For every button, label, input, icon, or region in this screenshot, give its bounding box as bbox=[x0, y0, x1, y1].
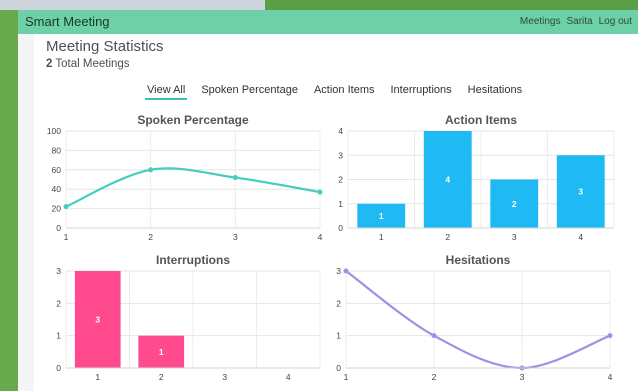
y-tick-label: 4 bbox=[338, 126, 343, 136]
y-tick-label: 0 bbox=[336, 363, 341, 373]
background-strip bbox=[265, 0, 638, 10]
y-tick-label: 3 bbox=[56, 266, 61, 276]
x-tick-label: 3 bbox=[520, 372, 525, 382]
y-tick-label: 0 bbox=[56, 223, 61, 233]
x-tick-label: 3 bbox=[222, 372, 227, 382]
series-line bbox=[65, 167, 321, 208]
navbar: Smart Meeting Meetings Sarita Log out bbox=[18, 10, 638, 34]
nav-user-link[interactable]: Sarita bbox=[567, 16, 593, 27]
data-point bbox=[431, 333, 437, 339]
bar-value-label: 1 bbox=[159, 347, 164, 357]
brand-link[interactable]: Smart Meeting bbox=[25, 14, 110, 29]
y-tick-label: 1 bbox=[56, 331, 61, 341]
tab-spoken-percentage[interactable]: Spoken Percentage bbox=[199, 84, 300, 100]
bar-value-label: 1 bbox=[379, 211, 384, 221]
chart-title: Spoken Percentage bbox=[137, 113, 249, 127]
tab-view-all[interactable]: View All bbox=[145, 84, 188, 100]
bar-value-label: 2 bbox=[512, 199, 517, 209]
meeting-count-label: Total Meetings bbox=[55, 58, 130, 70]
nav-links: Meetings Sarita Log out bbox=[520, 16, 632, 27]
tab-hesitations[interactable]: Hesitations bbox=[466, 84, 524, 100]
y-tick-label: 2 bbox=[338, 175, 343, 185]
data-point bbox=[607, 333, 613, 339]
x-tick-label: 1 bbox=[344, 372, 349, 382]
tab-action-items[interactable]: Action Items bbox=[312, 84, 377, 100]
nav-meetings-link[interactable]: Meetings bbox=[520, 16, 561, 27]
y-tick-label: 60 bbox=[52, 165, 62, 175]
chart-title: Action Items bbox=[445, 113, 517, 127]
x-tick-label: 3 bbox=[233, 232, 238, 242]
meeting-count: 2 Total Meetings bbox=[46, 58, 130, 70]
x-tick-label: 2 bbox=[148, 232, 153, 242]
x-tick-label: 1 bbox=[95, 372, 100, 382]
y-tick-label: 1 bbox=[336, 331, 341, 341]
bar-value-label: 3 bbox=[578, 187, 583, 197]
y-tick-label: 100 bbox=[47, 126, 61, 136]
tab-interruptions[interactable]: Interruptions bbox=[389, 84, 454, 100]
data-point bbox=[148, 167, 154, 173]
x-tick-label: 2 bbox=[432, 372, 437, 382]
y-tick-label: 20 bbox=[52, 204, 62, 214]
data-point bbox=[317, 189, 323, 195]
meeting-count-value: 2 bbox=[46, 58, 53, 70]
data-point bbox=[232, 175, 238, 181]
data-point bbox=[63, 204, 69, 210]
chart-tabs: View All Spoken Percentage Action Items … bbox=[145, 84, 524, 100]
y-tick-label: 1 bbox=[338, 199, 343, 209]
bar-value-label: 4 bbox=[445, 175, 450, 185]
x-tick-label: 4 bbox=[578, 232, 583, 242]
y-tick-label: 0 bbox=[56, 363, 61, 373]
y-tick-label: 3 bbox=[336, 266, 341, 276]
chart-title: Interruptions bbox=[156, 253, 230, 267]
y-tick-label: 40 bbox=[52, 184, 62, 194]
hesitations-chart: Hesitations01231 2 3 4 bbox=[336, 253, 613, 382]
y-tick-label: 80 bbox=[52, 145, 62, 155]
action-items-chart: Action Items 0 1 2 3 4 1 1 4 2 2 3 3 4 bbox=[338, 113, 615, 242]
x-tick-label: 2 bbox=[445, 232, 450, 242]
browser-strip bbox=[0, 0, 265, 10]
interruptions-chart: Interruptions 0 1 2 3 3 1 1 2 3 4 bbox=[56, 253, 321, 382]
x-tick-label: 4 bbox=[286, 372, 291, 382]
x-tick-label: 4 bbox=[608, 372, 613, 382]
series-line bbox=[345, 270, 611, 370]
chart-title: Hesitations bbox=[446, 253, 511, 267]
y-tick-label: 0 bbox=[338, 223, 343, 233]
nav-logout-link[interactable]: Log out bbox=[599, 16, 632, 27]
spoken-percentage-chart: Spoken Percentage 0 20 40 60 80 100 1 2 3 4 bbox=[47, 113, 323, 242]
y-tick-label: 2 bbox=[56, 298, 61, 308]
x-tick-label: 3 bbox=[512, 232, 517, 242]
y-tick-label: 2 bbox=[336, 298, 341, 308]
y-tick-label: 3 bbox=[338, 150, 343, 160]
x-tick-label: 1 bbox=[64, 232, 69, 242]
x-tick-label: 1 bbox=[379, 232, 384, 242]
x-tick-label: 2 bbox=[159, 372, 164, 382]
page-title: Meeting Statistics bbox=[46, 38, 164, 55]
x-tick-label: 4 bbox=[318, 232, 323, 242]
data-point bbox=[343, 268, 349, 274]
bar-value-label: 3 bbox=[95, 315, 100, 325]
